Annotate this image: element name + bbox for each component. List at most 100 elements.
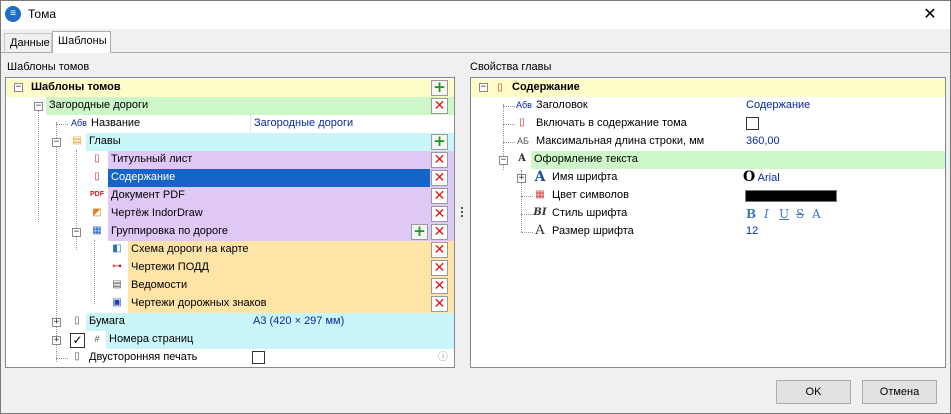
close-icon[interactable]: ✕ <box>912 1 948 28</box>
props-row-color[interactable]: Цвет символов <box>549 187 945 205</box>
chapter-grouping: Группировка по дороге <box>111 225 228 237</box>
list-item[interactable]: Чертежи ПОДД ✕ <box>128 259 454 277</box>
list-item[interactable]: Чертёж IndorDraw ✕ <box>108 205 454 223</box>
subitem-road-map: Схема дороги на карте <box>131 243 249 255</box>
font-name-value: Arial <box>757 172 780 184</box>
tree-row-road[interactable]: Загородные дороги ✕ <box>46 97 454 115</box>
page-number-icon: # <box>94 334 100 344</box>
font-size-icon: A <box>535 223 545 238</box>
left-panel-heading: Шаблоны томов <box>7 61 90 73</box>
name-value[interactable]: Загородные дороги <box>250 115 454 133</box>
list-item[interactable]: Схема дороги на карте ✕ <box>128 241 454 259</box>
font-style-icon: BI <box>533 207 547 218</box>
props-row-include-toc[interactable]: Включать в содержание тома <box>533 115 945 133</box>
info-icon[interactable]: ⓘ <box>436 351 450 365</box>
tab-templates[interactable]: Шаблоны <box>52 31 111 53</box>
drawing-icon: ◩ <box>92 207 102 218</box>
duplex-checkbox[interactable] <box>252 351 265 364</box>
add-button[interactable]: + <box>431 80 448 96</box>
delete-button[interactable]: ✕ <box>431 170 448 186</box>
props-row-size[interactable]: Размер шрифта 12 <box>549 223 945 241</box>
tree-row-chapters[interactable]: Главы + <box>86 133 454 151</box>
list-item[interactable]: Группировка по дороге + ✕ <box>108 223 454 241</box>
delete-button[interactable]: ✕ <box>431 278 448 294</box>
ok-button[interactable]: OK <box>776 380 851 404</box>
title-bar <box>1 1 950 29</box>
document-icon: ▯ <box>519 117 525 128</box>
delete-button[interactable]: ✕ <box>431 242 448 258</box>
size-label: Размер шрифта <box>552 225 634 237</box>
font-name-label: Имя шрифта <box>552 171 618 183</box>
chapter-contents-selected: Содержание <box>108 169 430 187</box>
right-panel-heading: Свойства главы <box>470 61 552 73</box>
list-item[interactable]: Документ PDF ✕ <box>108 187 454 205</box>
paper-value[interactable]: А3 (420 × 297 мм) <box>250 313 454 331</box>
tree-root-label: Шаблоны томов <box>31 81 121 93</box>
tree-row-page-numbers[interactable]: Номера страниц <box>106 331 454 349</box>
delete-button[interactable]: ✕ <box>431 98 448 114</box>
max-length-value[interactable]: 360,00 <box>743 133 945 151</box>
props-row-font-name[interactable]: Имя шрифта O Arial <box>549 169 945 187</box>
props-row-root[interactable]: − ▯ Содержание <box>471 79 945 97</box>
chapters-label: Главы <box>89 135 121 147</box>
folder-icon: ▤ <box>72 135 82 146</box>
bold-button[interactable]: B <box>746 206 756 223</box>
chapter-drawing: Чертёж IndorDraw <box>111 207 203 219</box>
props-row-style[interactable]: Стиль шрифта B I U S A <box>549 205 945 223</box>
splitter-handle[interactable] <box>461 207 464 217</box>
duplex-icon: ▯ <box>74 351 80 362</box>
size-value[interactable]: 12 <box>743 223 945 241</box>
list-item[interactable]: Чертежи дорожных знаков ✕ <box>128 295 454 313</box>
paper-label: Бумага <box>89 315 125 327</box>
tree-row-duplex[interactable]: Двусторонняя печать ⓘ <box>86 349 454 367</box>
underline-button[interactable]: U <box>779 206 789 223</box>
props-root-label: Содержание <box>512 81 580 93</box>
italic-button[interactable]: I <box>764 206 769 223</box>
add-button[interactable]: + <box>431 134 448 150</box>
tree-row-root[interactable]: − Шаблоны томов + <box>6 79 454 97</box>
document-icon: ▯ <box>94 171 100 182</box>
add-button[interactable]: + <box>411 224 428 240</box>
list-item[interactable]: Титульный лист ✕ <box>108 151 454 169</box>
delete-button[interactable]: ✕ <box>431 206 448 222</box>
tab-data[interactable]: Данные <box>4 33 52 52</box>
sheet-icon: ▤ <box>112 279 122 290</box>
road-label: Загородные дороги <box>49 99 149 111</box>
props-row-heading[interactable]: Заголовок Содержание <box>533 97 945 115</box>
include-toc-label: Включать в содержание тома <box>536 117 687 129</box>
font-name-cell[interactable]: O Arial <box>743 169 945 187</box>
pagenum-checkbox[interactable]: ✓ <box>70 333 85 348</box>
props-row-max-length[interactable]: Максимальная длина строки, мм 360,00 <box>533 133 945 151</box>
props-row-text-format[interactable]: Оформление текста <box>531 151 945 169</box>
subitem-statements: Ведомости <box>131 279 188 291</box>
delete-button[interactable]: ✕ <box>431 296 448 312</box>
delete-button[interactable]: ✕ <box>431 152 448 168</box>
cancel-button[interactable]: Отмена <box>862 380 937 404</box>
delete-button[interactable]: ✕ <box>431 260 448 276</box>
length-icon: АБ <box>517 136 529 146</box>
name-label: Название <box>91 117 141 129</box>
text-format-label: Оформление текста <box>534 153 638 165</box>
window-title: Тома <box>28 7 56 21</box>
palette-icon: ▦ <box>535 189 545 200</box>
tree-row-name[interactable]: Название Загородные дороги <box>88 115 454 133</box>
map-icon: ◧ <box>112 243 122 254</box>
page-icon: ▯ <box>74 315 80 326</box>
tree-row-paper[interactable]: Бумага А3 (420 × 297 мм) <box>86 313 454 331</box>
list-item[interactable]: Содержание ✕ <box>108 169 454 187</box>
max-length-label: Максимальная длина строки, мм <box>536 135 705 147</box>
delete-button[interactable]: ✕ <box>431 224 448 240</box>
heading-value[interactable]: Содержание <box>743 97 945 115</box>
heading-label: Заголовок <box>536 99 588 111</box>
app-icon: ≡ <box>5 6 21 22</box>
list-item[interactable]: Ведомости ✕ <box>128 277 454 295</box>
duplex-label: Двусторонняя печать <box>89 351 198 363</box>
color-swatch[interactable] <box>745 190 837 202</box>
signs-icon: ▣ <box>112 297 122 308</box>
delete-button[interactable]: ✕ <box>431 188 448 204</box>
outline-button[interactable]: A <box>812 206 821 223</box>
include-toc-checkbox[interactable] <box>746 117 759 130</box>
font-icon: A <box>534 169 546 185</box>
strikethrough-button[interactable]: S <box>796 206 804 223</box>
subitem-podd: Чертежи ПОДД <box>131 261 209 273</box>
